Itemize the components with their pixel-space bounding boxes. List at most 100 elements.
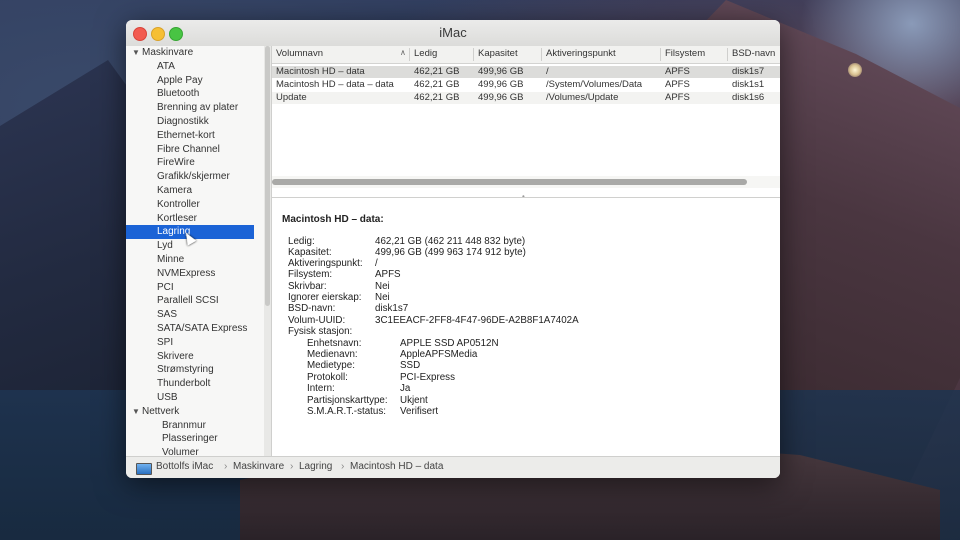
sidebar-item-parallell-scsi[interactable]: Parallell SCSI — [126, 294, 264, 308]
sidebar-item-diagnostikk[interactable]: Diagnostikk — [126, 115, 264, 129]
detail-label-volum-uuid: Volum-UUID: — [288, 315, 346, 326]
disclosure-triangle-icon[interactable]: ▼ — [132, 46, 142, 60]
cell-volumnavn: Macintosh HD – data – data — [276, 79, 394, 90]
column-header-bsd-navn[interactable]: BSD-navn — [732, 48, 775, 59]
table-row[interactable]: Update 462,21 GB 499,96 GB /Volumes/Upda… — [272, 92, 780, 104]
detail-label-skrivbar: Skrivbar: — [288, 281, 327, 292]
column-separator[interactable] — [409, 48, 410, 61]
cell-filsystem: APFS — [665, 92, 690, 103]
detail-value-aktiveringspunkt: / — [375, 258, 378, 269]
column-header-volumnavn[interactable]: Volumnavn — [276, 48, 323, 59]
cell-bsd-navn: disk1s7 — [732, 66, 765, 77]
disclosure-triangle-icon[interactable]: ▼ — [132, 405, 142, 419]
breadcrumb-chevron-icon: › — [224, 461, 228, 472]
window-title: iMac — [439, 25, 467, 40]
sidebar-item-sata[interactable]: SATA/SATA Express — [126, 322, 264, 336]
pane-divider[interactable] — [272, 197, 780, 198]
table-row[interactable]: Macintosh HD – data 462,21 GB 499,96 GB … — [272, 66, 780, 78]
sidebar-item-ata[interactable]: ATA — [126, 60, 264, 74]
detail-value-protokoll: PCI-Express — [400, 372, 455, 383]
cell-ledig: 462,21 GB — [414, 79, 460, 90]
detail-value-smart-status: Verifisert — [400, 406, 439, 417]
sidebar-item-kortleser[interactable]: Kortleser — [126, 212, 264, 226]
system-information-window: iMac ▼ Maskinvare ATA Apple Pay Bluetooth… — [126, 20, 780, 478]
column-header-kapasitet[interactable]: Kapasitet — [478, 48, 518, 59]
sidebar-item-kamera[interactable]: Kamera — [126, 184, 264, 198]
sidebar-splitter[interactable] — [264, 46, 272, 456]
detail-value-ignorer-eierskap: Nei — [375, 292, 390, 303]
detail-label-intern: Intern: — [307, 383, 335, 394]
column-separator[interactable] — [660, 48, 661, 61]
detail-label-medienavn: Medienavn: — [307, 349, 358, 360]
cell-bsd-navn: disk1s6 — [732, 92, 765, 103]
column-header-ledig[interactable]: Ledig — [414, 48, 437, 59]
detail-label-enhetsnavn: Enhetsnavn: — [307, 338, 362, 349]
sidebar-item-stromstyring[interactable]: Strømstyring — [126, 363, 264, 377]
detail-label-smart-status: S.M.A.R.T.-status: — [307, 406, 386, 417]
cell-aktiveringspunkt: / — [546, 66, 549, 77]
breadcrumb-lagring[interactable]: Lagring — [299, 461, 332, 472]
screen-glare — [848, 63, 862, 77]
detail-label-partisjonskarttype: Partisjonskarttype: — [307, 395, 388, 406]
sidebar-item-pci[interactable]: PCI — [126, 281, 264, 295]
sidebar-item-firewire[interactable]: FireWire — [126, 156, 264, 170]
sidebar-item-volumer[interactable]: Volumer — [126, 446, 264, 456]
breadcrumb-chevron-icon: › — [341, 461, 345, 472]
detail-value-medienavn: AppleAPFSMedia — [400, 349, 478, 360]
sidebar-item-nvmexpress[interactable]: NVMExpress — [126, 267, 264, 281]
sidebar-item-plasseringer[interactable]: Plasseringer — [126, 432, 264, 446]
sidebar-item-spi[interactable]: SPI — [126, 336, 264, 350]
breadcrumb-volume[interactable]: Macintosh HD – data — [350, 461, 443, 472]
column-separator[interactable] — [727, 48, 728, 61]
sidebar-item-fibre-channel[interactable]: Fibre Channel — [126, 143, 264, 157]
breadcrumb-maskinvare[interactable]: Maskinvare — [233, 461, 284, 472]
sidebar-group-nettverk[interactable]: ▼ Nettverk — [126, 405, 264, 419]
cell-aktiveringspunkt: /System/Volumes/Data — [546, 79, 643, 90]
detail-label-bsd-navn: BSD-navn: — [288, 303, 336, 314]
sidebar-item-minne[interactable]: Minne — [126, 253, 264, 267]
sidebar-item-thunderbolt[interactable]: Thunderbolt — [126, 377, 264, 391]
detail-value-medietype: SSD — [400, 360, 421, 371]
sidebar-scrollbar[interactable] — [265, 46, 270, 306]
sidebar-item-bluetooth[interactable]: Bluetooth — [126, 87, 264, 101]
table-row[interactable]: Macintosh HD – data – data 462,21 GB 499… — [272, 79, 780, 91]
sidebar: ▼ Maskinvare ATA Apple Pay Bluetooth Bren… — [126, 46, 265, 456]
cell-ledig: 462,21 GB — [414, 92, 460, 103]
cell-volumnavn: Macintosh HD – data — [276, 66, 365, 77]
sidebar-item-apple-pay[interactable]: Apple Pay — [126, 74, 264, 88]
column-separator[interactable] — [473, 48, 474, 61]
cell-aktiveringspunkt: /Volumes/Update — [546, 92, 619, 103]
column-separator[interactable] — [541, 48, 542, 61]
cell-filsystem: APFS — [665, 66, 690, 77]
column-header-filsystem[interactable]: Filsystem — [665, 48, 705, 59]
title-bar[interactable]: iMac — [126, 20, 780, 47]
column-header-aktiveringspunkt[interactable]: Aktiveringspunkt — [546, 48, 616, 59]
detail-value-skrivbar: Nei — [375, 281, 390, 292]
sidebar-item-brannmur[interactable]: Brannmur — [126, 419, 264, 433]
detail-value-ledig: 462,21 GB (462 211 448 832 byte) — [375, 236, 526, 247]
cell-volumnavn: Update — [276, 92, 307, 103]
sidebar-group-label: Maskinvare — [142, 47, 194, 58]
detail-label-filsystem: Filsystem: — [288, 269, 333, 280]
breadcrumb-chevron-icon: › — [290, 461, 294, 472]
detail-label-ignorer-eierskap: Ignorer eierskap: — [288, 292, 362, 303]
sidebar-item-brenning-av-plater[interactable]: Brenning av plater — [126, 101, 264, 115]
cell-filsystem: APFS — [665, 79, 690, 90]
detail-value-volum-uuid: 3C1EEACF-2FF8-4F47-96DE-A2B8F1A7402A — [375, 315, 579, 326]
sidebar-item-ethernet-kort[interactable]: Ethernet-kort — [126, 129, 264, 143]
sidebar-item-skrivere[interactable]: Skrivere — [126, 350, 264, 364]
sidebar-item-grafikk[interactable]: Grafikk/skjermer — [126, 170, 264, 184]
horizontal-scrollbar[interactable] — [272, 179, 747, 185]
detail-label-fysisk-stasjon: Fysisk stasjon: — [288, 326, 353, 337]
sidebar-group-maskinvare[interactable]: ▼ Maskinvare — [126, 46, 264, 60]
table-header: Volumnavn ∧ Ledig Kapasitet Aktiveringsp… — [272, 46, 780, 64]
sidebar-item-sas[interactable]: SAS — [126, 308, 264, 322]
breadcrumb-computer[interactable]: Bottolfs iMac — [156, 461, 213, 472]
sidebar-item-kontroller[interactable]: Kontroller — [126, 198, 264, 212]
detail-value-bsd-navn: disk1s7 — [375, 303, 409, 314]
sidebar-item-usb[interactable]: USB — [126, 391, 264, 405]
detail-label-ledig: Ledig: — [288, 236, 315, 247]
detail-label-aktiveringspunkt: Aktiveringspunkt: — [288, 258, 363, 269]
sort-ascending-icon[interactable]: ∧ — [400, 48, 406, 57]
detail-value-intern: Ja — [400, 383, 411, 394]
